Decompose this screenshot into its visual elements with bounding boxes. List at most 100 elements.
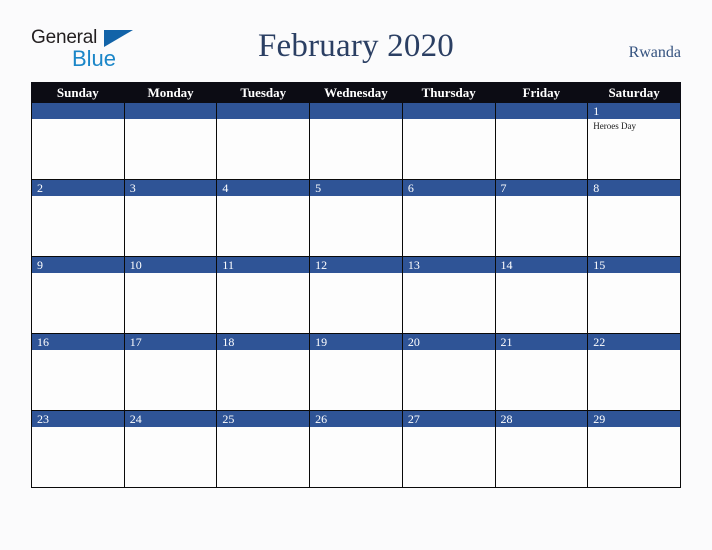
calendar-day-cell[interactable]: [494, 102, 589, 180]
day-number: 10: [124, 257, 217, 273]
day-number: 18: [217, 334, 310, 350]
day-number: 21: [495, 334, 588, 350]
day-cell-inner: 4: [217, 180, 310, 256]
calendar-day-cell[interactable]: 17: [123, 333, 218, 411]
day-cell-inner: 21: [495, 334, 588, 410]
calendar-day-cell[interactable]: [31, 102, 125, 180]
day-number: 25: [217, 411, 310, 427]
day-number: 22: [588, 334, 680, 350]
day-number: 8: [588, 180, 680, 196]
country-label: Rwanda: [628, 44, 681, 61]
calendar-day-cell[interactable]: 19: [309, 333, 403, 411]
calendar-day-cell[interactable]: 24: [123, 410, 218, 488]
calendar-day-cell[interactable]: 2: [31, 179, 125, 257]
day-cell-inner: 2: [32, 180, 124, 256]
day-number: 5: [310, 180, 402, 196]
day-cell-inner: 27: [402, 411, 495, 487]
day-cell-inner: 6: [402, 180, 495, 256]
day-cell-inner: 10: [124, 257, 217, 333]
calendar-day-cell[interactable]: [216, 102, 311, 180]
day-cell-inner: [495, 103, 588, 179]
day-cell-inner: 8: [588, 180, 680, 256]
page-header: General Blue February 2020 Rwanda: [0, 0, 712, 80]
calendar-day-cell[interactable]: [309, 102, 403, 180]
day-number: [310, 103, 402, 119]
day-number: 19: [310, 334, 402, 350]
day-number: [217, 103, 310, 119]
calendar-day-cell[interactable]: 20: [401, 333, 496, 411]
calendar-day-cell[interactable]: 11: [216, 256, 311, 334]
day-cell-inner: 26: [310, 411, 402, 487]
weekday-header-thursday: Thursday: [401, 82, 496, 103]
day-number: 15: [588, 257, 680, 273]
day-number: 14: [495, 257, 588, 273]
day-number: 2: [32, 180, 124, 196]
day-number: [124, 103, 217, 119]
calendar-day-cell[interactable]: 15: [587, 256, 681, 334]
calendar-day-cell[interactable]: [401, 102, 496, 180]
day-events: Heroes Day: [588, 119, 680, 132]
weekday-header-monday: Monday: [123, 82, 218, 103]
day-cell-inner: [402, 103, 495, 179]
weekday-header-sunday: Sunday: [31, 82, 125, 103]
day-number: 16: [32, 334, 124, 350]
calendar-day-cell[interactable]: 21: [494, 333, 589, 411]
calendar-day-cell[interactable]: 8: [587, 179, 681, 257]
day-number: 12: [310, 257, 402, 273]
day-cell-inner: 17: [124, 334, 217, 410]
calendar-day-cell[interactable]: [123, 102, 218, 180]
day-number: 17: [124, 334, 217, 350]
day-number: [495, 103, 588, 119]
calendar-day-cell[interactable]: 7: [494, 179, 589, 257]
day-number: 28: [495, 411, 588, 427]
day-cell-inner: 11: [217, 257, 310, 333]
calendar-day-cell[interactable]: 10: [123, 256, 218, 334]
day-cell-inner: 7: [495, 180, 588, 256]
calendar-day-cell[interactable]: 12: [309, 256, 403, 334]
calendar-day-cell[interactable]: 5: [309, 179, 403, 257]
calendar-day-cell[interactable]: 18: [216, 333, 311, 411]
page-title: February 2020: [258, 28, 454, 64]
day-number: 13: [402, 257, 495, 273]
calendar-day-cell[interactable]: 29: [587, 410, 681, 488]
calendar-day-cell[interactable]: 13: [401, 256, 496, 334]
day-cell-inner: 22: [588, 334, 680, 410]
day-cell-inner: [310, 103, 402, 179]
weekday-header-wednesday: Wednesday: [309, 82, 403, 103]
day-cell-inner: 12: [310, 257, 402, 333]
calendar-day-cell[interactable]: 23: [31, 410, 125, 488]
weekday-header-tuesday: Tuesday: [216, 82, 311, 103]
day-number: 9: [32, 257, 124, 273]
calendar-day-cell[interactable]: 27: [401, 410, 496, 488]
day-cell-inner: 9: [32, 257, 124, 333]
calendar-day-cell[interactable]: 25: [216, 410, 311, 488]
day-cell-inner: 23: [32, 411, 124, 487]
calendar-week-row: 23 24 25 26 27 28 29: [31, 410, 681, 488]
day-number: 27: [402, 411, 495, 427]
calendar-day-cell[interactable]: 3: [123, 179, 218, 257]
calendar-day-cell[interactable]: 14: [494, 256, 589, 334]
day-cell-inner: [124, 103, 217, 179]
weekday-header-saturday: Saturday: [587, 82, 681, 103]
calendar-day-cell[interactable]: 6: [401, 179, 496, 257]
calendar-day-cell[interactable]: 9: [31, 256, 125, 334]
calendar-week-row: 16 17 18 19 20 21 22: [31, 333, 681, 411]
month-calendar-grid: Sunday Monday Tuesday Wednesday Thursday…: [31, 82, 681, 488]
calendar-day-cell[interactable]: 4: [216, 179, 311, 257]
day-cell-inner: 19: [310, 334, 402, 410]
day-cell-inner: 20: [402, 334, 495, 410]
calendar-body: 1 Heroes Day 2 3 4 5 6 7 8 9 10 11 12 13 14 15 16 17 18 19 2…: [31, 102, 681, 488]
calendar-week-row: 1 Heroes Day: [31, 102, 681, 180]
weekday-header-row: Sunday Monday Tuesday Wednesday Thursday…: [31, 82, 681, 103]
day-cell-inner: 24: [124, 411, 217, 487]
calendar-day-cell[interactable]: 22: [587, 333, 681, 411]
day-number: [32, 103, 124, 119]
day-number: 4: [217, 180, 310, 196]
calendar-day-cell[interactable]: 26: [309, 410, 403, 488]
day-cell-inner: 18: [217, 334, 310, 410]
day-number: 23: [32, 411, 124, 427]
calendar-day-cell[interactable]: 16: [31, 333, 125, 411]
calendar-day-cell[interactable]: 28: [494, 410, 589, 488]
day-number: 20: [402, 334, 495, 350]
calendar-day-cell[interactable]: 1 Heroes Day: [587, 102, 681, 180]
